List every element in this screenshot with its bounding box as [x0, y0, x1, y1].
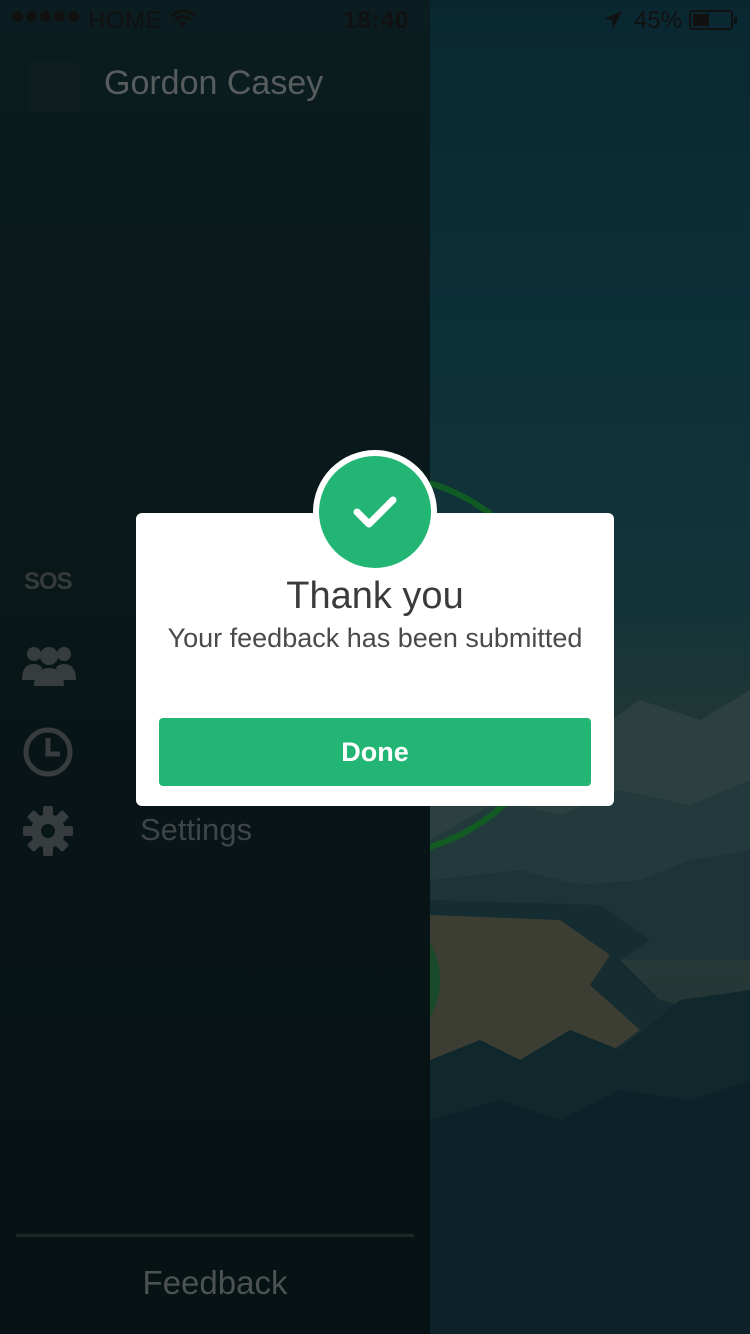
- screen: HOME 18:40 45% Gordon Casey SOS Settings…: [0, 0, 750, 1334]
- success-badge: [313, 450, 437, 574]
- dialog-message: Your feedback has been submitted: [167, 623, 583, 653]
- battery-percent: 45%: [634, 7, 683, 34]
- battery-icon: [689, 10, 737, 30]
- wifi-icon: [170, 8, 196, 36]
- status-bar: HOME 18:40 45%: [0, 0, 750, 40]
- check-icon: [319, 456, 431, 568]
- done-button[interactable]: Done: [159, 718, 591, 786]
- signal-strength-icon: [12, 11, 79, 22]
- clock-time: 18:40: [343, 7, 410, 34]
- dialog-title: Thank you: [286, 575, 464, 617]
- carrier-name: HOME: [88, 7, 162, 34]
- battery-level: [693, 14, 709, 26]
- location-arrow-icon: [603, 9, 623, 37]
